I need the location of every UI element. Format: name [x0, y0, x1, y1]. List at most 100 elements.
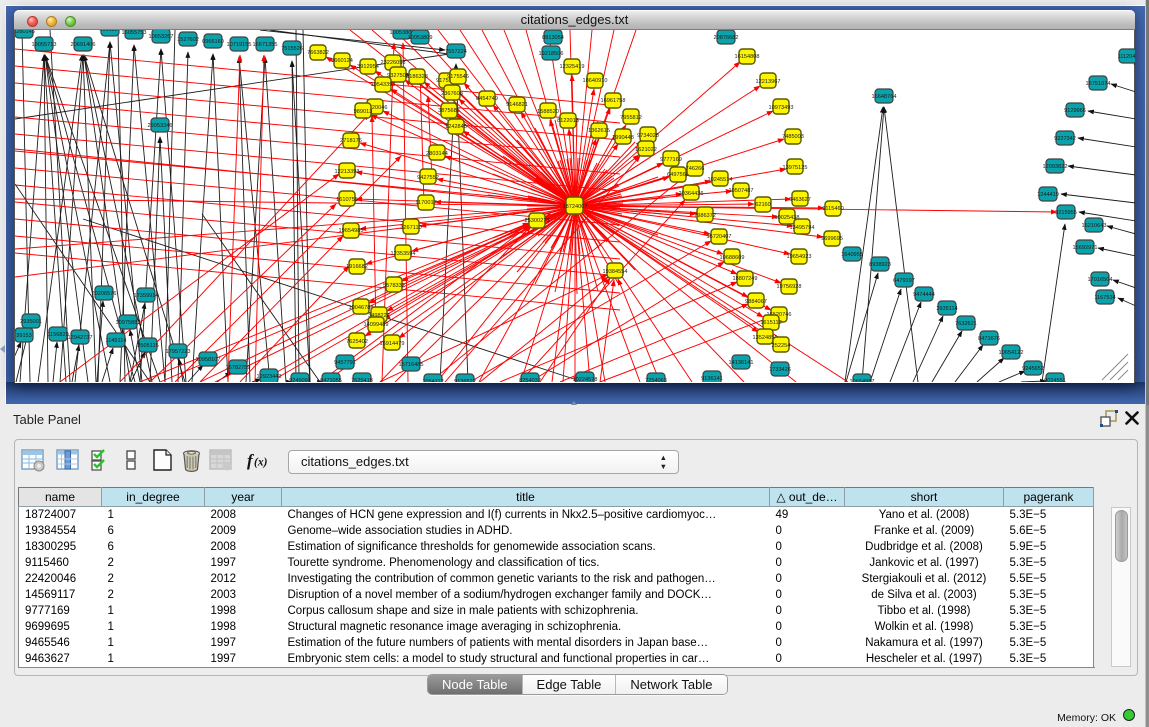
svg-text:9227342: 9227342	[1054, 136, 1076, 142]
svg-text:19055713: 19055713	[32, 42, 57, 48]
svg-text:19654985: 19654985	[339, 228, 364, 234]
svg-text:1990448: 1990448	[612, 135, 634, 141]
svg-text:1916682: 1916682	[346, 264, 368, 270]
svg-text:12942737: 12942737	[68, 335, 93, 341]
svg-text:9245091: 9245091	[289, 378, 311, 382]
svg-text:10653267: 10653267	[149, 34, 174, 40]
svg-text:19654923: 19654923	[787, 254, 812, 260]
svg-text:20876682: 20876682	[714, 35, 739, 41]
svg-text:8122013: 8122013	[557, 118, 579, 124]
svg-text:10543392: 10543392	[371, 82, 396, 88]
svg-text:9129966: 9129966	[1064, 108, 1086, 114]
svg-text:7632621: 7632621	[955, 321, 977, 327]
svg-text:12093822: 12093822	[1043, 164, 1068, 170]
svg-text:8186328: 8186328	[406, 74, 428, 80]
svg-text:1527602: 1527602	[177, 37, 199, 43]
svg-text:12353594: 12353594	[391, 251, 416, 257]
svg-text:16671355: 16671355	[253, 42, 278, 48]
svg-text:1167534: 1167534	[1094, 295, 1115, 301]
svg-text:9884067: 9884067	[745, 299, 767, 305]
svg-text:9457791: 9457791	[334, 360, 356, 366]
svg-text:8471055: 8471055	[320, 378, 342, 382]
svg-text:39153: 39153	[16, 333, 32, 339]
svg-text:9024551: 9024551	[1044, 378, 1066, 382]
svg-text:3875685: 3875685	[438, 108, 460, 114]
svg-text:8254032: 8254032	[519, 378, 541, 382]
svg-text:989013: 989013	[354, 109, 373, 115]
svg-text:16055753: 16055753	[122, 30, 147, 36]
svg-text:3215955: 3215955	[1055, 210, 1077, 216]
svg-text:10973493: 10973493	[769, 105, 794, 111]
svg-text:10053809: 10053809	[408, 35, 433, 41]
svg-text:1170017: 1170017	[415, 200, 436, 206]
svg-text:6966160: 6966160	[202, 39, 224, 45]
svg-text:2935114: 2935114	[936, 306, 957, 312]
svg-text:9136522: 9136522	[454, 379, 476, 382]
svg-text:19384554: 19384554	[603, 269, 628, 275]
svg-text:2505115: 2505115	[137, 343, 158, 349]
svg-text:16210643: 16210643	[1082, 223, 1107, 229]
svg-text:6497568: 6497568	[667, 172, 689, 178]
svg-text:10654122: 10654122	[999, 350, 1024, 356]
svg-text:19756928: 19756928	[777, 284, 802, 290]
svg-text:7625402: 7625402	[346, 339, 368, 345]
svg-text:12213967: 12213967	[756, 79, 781, 85]
svg-text:18640910: 18640910	[583, 78, 608, 84]
svg-text:746266: 746266	[686, 166, 705, 172]
svg-text:13495794: 13495794	[790, 225, 815, 231]
svg-text:17016504: 17016504	[1088, 277, 1113, 283]
svg-text:10046788: 10046788	[349, 305, 374, 311]
svg-text:23226058: 23226058	[381, 60, 406, 66]
svg-text:9175546: 9175546	[447, 74, 469, 80]
svg-text:7557224: 7557224	[445, 49, 467, 55]
svg-text:14136141: 14136141	[729, 360, 754, 366]
svg-text:2718176: 2718176	[340, 138, 362, 144]
svg-text:16648764: 16648764	[872, 94, 897, 100]
svg-text:9777169: 9777169	[660, 157, 682, 163]
svg-text:5578332: 5578332	[383, 283, 405, 289]
svg-text:10975887: 10975887	[116, 320, 141, 326]
svg-text:20206576: 20206576	[92, 291, 117, 297]
svg-text:9463627: 9463627	[789, 197, 811, 203]
svg-text:9115460: 9115460	[822, 206, 843, 212]
svg-text:10958107: 10958107	[196, 357, 221, 363]
svg-text:1588520: 1588520	[537, 109, 559, 115]
svg-text:62160: 62160	[755, 202, 771, 208]
svg-text:9136141: 9136141	[701, 376, 723, 382]
svg-text:25300275: 25300275	[525, 218, 550, 224]
svg-text:1145114: 1145114	[106, 338, 127, 344]
svg-text:1242845: 1242845	[445, 124, 467, 130]
svg-text:9734028: 9734028	[637, 133, 659, 139]
svg-text:10507487: 10507487	[729, 188, 754, 194]
svg-text:16914479: 16914479	[380, 341, 405, 347]
svg-text:12325419: 12325419	[560, 64, 585, 70]
svg-text:9245652: 9245652	[1022, 366, 1044, 372]
svg-text:7515526: 7515526	[281, 46, 303, 52]
svg-text:15692971: 15692971	[1073, 245, 1098, 251]
svg-text:7485003: 7485003	[782, 134, 804, 140]
svg-text:9427552: 9427552	[417, 175, 439, 181]
svg-text:7955812: 7955812	[620, 115, 642, 121]
svg-text:17957223: 17957223	[166, 349, 191, 355]
svg-text:14099489: 14099489	[364, 322, 389, 328]
svg-text:1156829: 1156829	[47, 332, 68, 338]
svg-text:1005327: 1005327	[99, 30, 121, 33]
svg-text:10719155: 10719155	[227, 42, 252, 48]
svg-text:10245514: 10245514	[708, 177, 733, 183]
svg-text:1054112: 1054112	[422, 379, 443, 382]
svg-text:252254: 252254	[772, 343, 791, 349]
svg-text:3267110: 3267110	[400, 225, 421, 231]
svg-text:15751074: 15751074	[1086, 81, 1111, 87]
svg-text:7625418: 7625418	[351, 378, 373, 382]
svg-text:9146821: 9146821	[506, 102, 528, 108]
svg-text:13975125: 13975125	[783, 165, 808, 171]
svg-text:8454749: 8454749	[476, 96, 498, 102]
svg-text:8938923: 8938923	[869, 262, 891, 268]
svg-text:29053346: 29053346	[148, 123, 173, 129]
svg-text:8660124: 8660124	[331, 58, 353, 64]
svg-text:1615112: 1615112	[760, 320, 781, 326]
svg-text:20691406: 20691406	[71, 42, 96, 48]
svg-text:2367608: 2367608	[441, 91, 463, 97]
svg-text:1112045: 1112045	[1118, 54, 1135, 60]
svg-text:19218506: 19218506	[539, 51, 564, 57]
